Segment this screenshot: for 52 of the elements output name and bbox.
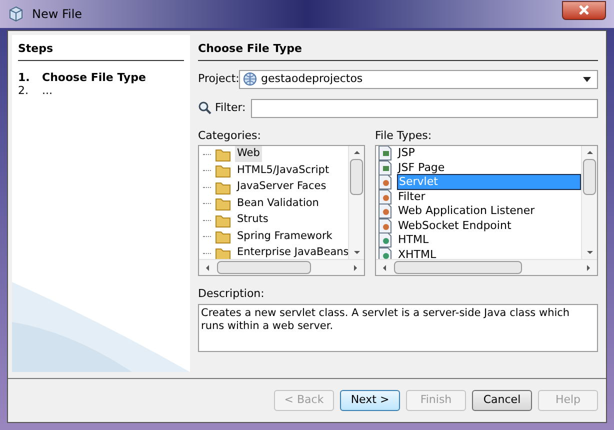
project-value: gestaodeprojectos xyxy=(261,70,363,87)
file-type-item[interactable]: Filter xyxy=(397,190,581,204)
dialog-button[interactable]: Next > xyxy=(340,390,400,411)
file-icon xyxy=(378,218,392,234)
project-label: Project: xyxy=(198,70,236,87)
panel-title: Choose File Type xyxy=(198,41,598,60)
close-icon xyxy=(579,5,589,15)
folder-icon xyxy=(215,146,231,162)
filter-field[interactable] xyxy=(251,98,598,118)
cube-icon xyxy=(8,6,24,22)
filter-label: Filter: xyxy=(215,100,247,116)
description-label: Description: xyxy=(198,286,266,302)
folder-icon xyxy=(215,180,231,195)
file-icon xyxy=(378,146,392,162)
file-icon xyxy=(378,160,392,176)
step-item: 1. Choose File Type xyxy=(18,70,147,84)
category-item[interactable]: HTML5/JavaScript xyxy=(235,162,332,179)
folder-icon xyxy=(215,196,231,212)
folder-icon xyxy=(215,212,231,228)
scroll-thumb[interactable] xyxy=(350,159,363,195)
category-item[interactable]: Spring Framework xyxy=(235,228,334,245)
folder-icon xyxy=(215,163,231,178)
file-type-item[interactable]: JSF Page xyxy=(397,160,581,175)
project-dropdown[interactable]: gestaodeprojectos xyxy=(239,70,598,88)
close-button[interactable] xyxy=(562,0,606,20)
file-type-item[interactable]: JSP xyxy=(397,146,581,160)
file-type-item[interactable]: WebSocket Endpoint xyxy=(397,218,581,233)
file-icon xyxy=(378,203,392,220)
file-type-item[interactable]: Web Application Listener xyxy=(397,204,581,218)
category-item[interactable]: JavaServer Faces xyxy=(235,179,328,196)
category-item[interactable]: Enterprise JavaBeans xyxy=(235,245,348,259)
category-item[interactable]: Struts xyxy=(235,212,270,228)
file-icon xyxy=(378,232,392,248)
categories-label: Categories: xyxy=(198,128,262,144)
search-icon xyxy=(198,101,212,115)
window-title: New File xyxy=(32,6,82,23)
description-box: Creates a new servlet class. A servlet is a server-side Java class which runs within a web server. xyxy=(198,304,598,352)
folder-icon xyxy=(215,229,231,244)
scroll-thumb[interactable] xyxy=(217,261,312,274)
dialog-button[interactable]: Cancel xyxy=(472,390,532,411)
globe-icon xyxy=(243,72,257,86)
file-icon xyxy=(378,174,392,190)
scroll-thumb[interactable] xyxy=(583,159,596,195)
file-icon xyxy=(378,188,392,205)
category-item[interactable]: Bean Validation xyxy=(235,196,321,212)
file-type-item[interactable]: XHTML xyxy=(397,248,581,259)
step-item: 2. ... xyxy=(18,84,54,96)
scroll-thumb[interactable] xyxy=(394,261,522,274)
file-types-label: File Types: xyxy=(375,128,433,144)
category-item[interactable]: Web xyxy=(235,146,262,162)
file-type-item[interactable]: HTML xyxy=(397,233,581,248)
steps-title: Steps xyxy=(18,41,184,60)
